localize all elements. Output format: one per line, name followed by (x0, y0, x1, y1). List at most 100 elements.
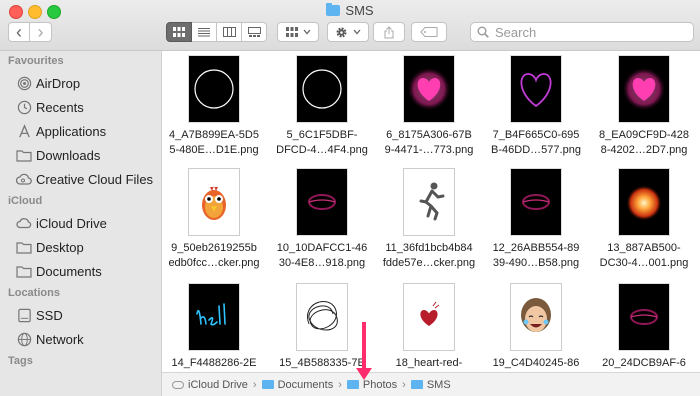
folder-icon (261, 380, 274, 389)
search-icon (477, 26, 489, 38)
thumbnail-neon-text (189, 284, 239, 350)
sidebar-section-tags: Tags (8, 355, 33, 367)
path-separator: › (338, 378, 342, 391)
forward-button[interactable]: › (30, 22, 52, 42)
thumbnail-scribble (297, 284, 347, 350)
thumbnail-red-heart (404, 284, 454, 350)
path-crumb[interactable]: Documents (261, 379, 333, 391)
path-separator: › (402, 378, 406, 391)
folder-icon (410, 380, 423, 389)
thumbnail-lips (619, 284, 669, 350)
path-crumb-label: iCloud Drive (188, 378, 248, 391)
sidebar-item-recents[interactable]: Recents (0, 95, 161, 119)
file-item[interactable]: 20_24DCB9AF-6 4CB-48…ACF.png (592, 284, 696, 372)
gallery-icon (247, 27, 261, 37)
path-crumb[interactable]: iCloud Drive (172, 379, 248, 391)
back-button[interactable]: ‹ (8, 22, 30, 42)
share-icon (384, 25, 394, 38)
sidebar-item-label: Downloads (36, 147, 101, 163)
columns-icon (222, 27, 236, 37)
path-separator: › (252, 378, 257, 391)
chevron-down-icon (353, 29, 361, 35)
clock-icon (16, 99, 32, 115)
icon-view-button[interactable] (166, 22, 192, 42)
sidebar-item-documents[interactable]: Documents (0, 259, 161, 283)
file-name: 18_heart-red- loop-B.emoji.png (395, 357, 463, 369)
chevron-down-icon (303, 29, 310, 35)
path-crumb[interactable]: Photos (346, 378, 398, 391)
file-item[interactable]: 12_26ABB554-89 39-490…B58.png (484, 169, 588, 271)
file-name: 19_C4D40245-86 95-404…f_joy.png (492, 357, 580, 369)
file-item[interactable]: 5_6C1F5DBF- DFCD-4…4F4.png (270, 56, 374, 158)
file-name: 9_50eb2619255b edb0fcc…cker.png (168, 242, 260, 269)
window-title: SMS (0, 3, 700, 18)
file-name: 12_26ABB554-89 39-490…B58.png (492, 242, 580, 269)
path-crumb[interactable]: SMS (410, 379, 451, 391)
gallery-view-button[interactable] (242, 22, 267, 42)
sidebar-item-label: iCloud Drive (36, 215, 107, 231)
thumbnail-lips (297, 169, 347, 235)
thumbnail-heart-glow (404, 56, 454, 122)
sidebar-item-label: SSD (36, 307, 63, 323)
share-button[interactable] (373, 22, 405, 42)
tag-icon (420, 27, 438, 37)
file-item[interactable]: 9_50eb2619255b edb0fcc…cker.png (162, 169, 266, 271)
tag-button[interactable] (411, 22, 447, 42)
airdrop-icon (16, 75, 32, 91)
file-item[interactable]: 19_C4D40245-86 95-404…f_joy.png (484, 284, 588, 372)
sidebar-section-locations: Locations (8, 287, 60, 299)
file-name: 10_10DAFCC1-46 30-4E8…918.png (276, 242, 368, 269)
folder-icon (326, 3, 341, 16)
search-placeholder: Search (495, 24, 537, 40)
window-title-text: SMS (345, 3, 374, 18)
sidebar-item-desktop[interactable]: Desktop (0, 235, 161, 259)
file-item[interactable]: 4_A7B899EA-5D5 5-480E…D1E.png (162, 56, 266, 158)
sidebar-item-icloud-drive[interactable]: iCloud Drive (0, 211, 161, 235)
thumbnail-chicken (189, 169, 239, 235)
file-name: 4_A7B899EA-5D5 5-480E…D1E.png (169, 129, 259, 156)
annotation-arrow-shaft (362, 322, 366, 374)
sidebar-item-downloads[interactable]: Downloads (0, 143, 161, 167)
sidebar-item-creative-cloud-files[interactable]: Creative Cloud Files (0, 167, 161, 191)
sidebar-item-airdrop[interactable]: AirDrop (0, 71, 161, 95)
thumbnail-heart-glow (619, 56, 669, 122)
file-item[interactable]: 15_4B588335-7E 9B-41F…9D6.png (270, 284, 374, 372)
file-item[interactable]: 7_B4F665C0-695 B-46DD…577.png (484, 56, 588, 158)
applications-icon (16, 123, 32, 139)
file-item[interactable]: 13_887AB500- DC30-4…001.png (592, 169, 696, 271)
column-view-button[interactable] (217, 22, 242, 42)
folder-icon (16, 263, 32, 279)
search-field[interactable]: Search (470, 22, 694, 42)
file-item[interactable]: 6_8175A306-67B 9-4471-…773.png (377, 56, 481, 158)
sidebar-item-applications[interactable]: Applications (0, 119, 161, 143)
cloud-icon (16, 215, 32, 231)
sidebar-item-network[interactable]: Network (0, 327, 161, 351)
thumbnail-memoji (511, 284, 561, 350)
sidebar-item-label: AirDrop (36, 75, 81, 91)
file-item[interactable]: 18_heart-red- loop-B.emoji.png (377, 284, 481, 372)
sidebar-section-icloud: iCloud (8, 195, 43, 207)
file-item[interactable]: 8_EA09CF9D-428 8-4202…2D7.png (592, 56, 696, 158)
folder-icon (16, 239, 32, 255)
sidebar-item-ssd[interactable]: SSD (0, 303, 161, 327)
file-item[interactable]: 10_10DAFCC1-46 30-4E8…918.png (270, 169, 374, 271)
path-crumb-label: Photos (362, 378, 398, 391)
thumbnail-fire (619, 169, 669, 235)
file-name: 13_887AB500- DC30-4…001.png (599, 242, 689, 269)
sidebar-item-label: Network (36, 331, 84, 347)
grid-icon (173, 27, 185, 37)
thumbnail-ring (189, 56, 239, 122)
action-menu-button[interactable] (327, 22, 369, 42)
file-grid: 4_A7B899EA-5D5 5-480E…D1E.png 5_6C1F5DBF-… (162, 51, 700, 372)
sidebar-item-label: Documents (36, 263, 102, 279)
folder-icon (346, 380, 359, 389)
file-name: 5_6C1F5DBF- DFCD-4…4F4.png (276, 129, 368, 156)
creative-cloud-icon (16, 171, 32, 187)
thumbnail-ring (297, 56, 347, 122)
list-view-button[interactable] (192, 22, 217, 42)
file-item[interactable]: 14_F4488286-2E BB-42E…26A.png (162, 284, 266, 372)
file-item[interactable]: 11_36fd1bcb4b84 fdde57e…cker.png (377, 169, 481, 271)
list-icon (198, 28, 210, 37)
annotation-arrow-head (356, 368, 372, 380)
group-by-button[interactable] (277, 22, 319, 42)
